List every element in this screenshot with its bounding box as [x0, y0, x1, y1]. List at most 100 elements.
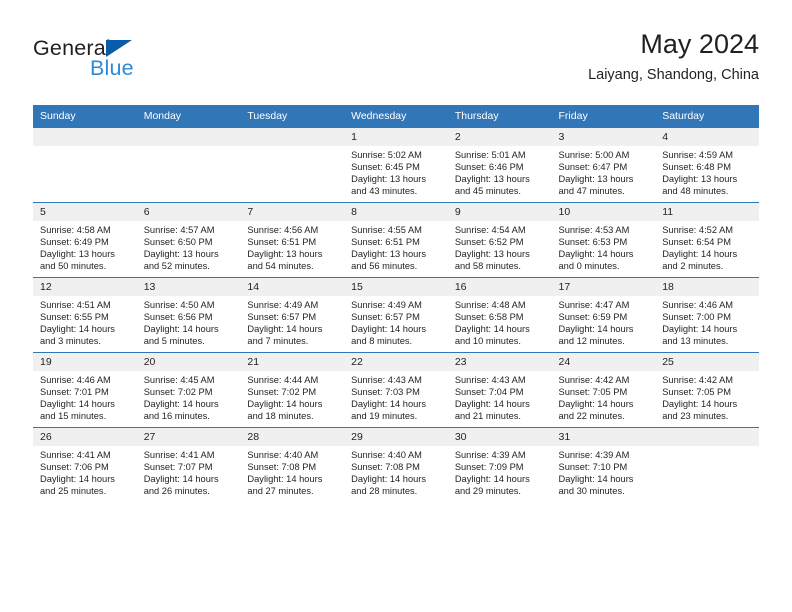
- calendar-day-cell[interactable]: 20 Sunrise: 4:45 AM Sunset: 7:02 PM Dayligh…: [136, 352, 241, 428]
- day-detail-sunset: Sunset: 7:05 PM: [558, 387, 628, 398]
- day-number: 20: [136, 353, 241, 371]
- calendar-day-cell[interactable]: 29 Sunrise: 4:40 AM Sunset: 7:08 PM Dayligh…: [344, 427, 448, 502]
- page-title: May 2024: [640, 29, 759, 59]
- calendar-day-cell[interactable]: 17 Sunrise: 4:47 AM Sunset: 6:59 PM Dayligh…: [551, 277, 656, 353]
- calendar-day-cell[interactable]: 21 Sunrise: 4:44 AM Sunset: 7:02 PM Dayligh…: [240, 352, 345, 428]
- day-cell-inner: 12 Sunrise: 4:51 AM Sunset: 6:55 PM Dayligh…: [33, 278, 137, 352]
- calendar-day-cell[interactable]: 8 Sunrise: 4:55 AM Sunset: 6:51 PM Daylight…: [344, 202, 448, 278]
- day-detail-sunset: Sunset: 6:58 PM: [454, 312, 524, 323]
- day-details: Sunrise: 4:46 AM Sunset: 7:01 PM Daylight:…: [33, 371, 137, 422]
- day-number: 27: [136, 428, 241, 446]
- day-detail-daylight1: Daylight: 13 hours: [662, 174, 738, 185]
- day-detail-sunrise: Sunrise: 4:43 AM: [454, 375, 526, 385]
- calendar-day-cell[interactable]: 23 Sunrise: 4:43 AM Sunset: 7:04 PM Dayligh…: [447, 352, 552, 428]
- calendar-day-cell[interactable]: 1 Sunrise: 5:02 AM Sunset: 6:45 PM Daylight…: [344, 127, 448, 203]
- day-detail-daylight2: and 29 minutes.: [454, 486, 521, 497]
- calendar-header-row-group: Sunday Monday Tuesday Wednesday Thursday…: [33, 105, 759, 128]
- day-cell-inner: 27 Sunrise: 4:41 AM Sunset: 7:07 PM Dayligh…: [136, 428, 241, 502]
- day-detail-daylight2: and 56 minutes.: [351, 261, 418, 272]
- day-detail-sunset: Sunset: 6:51 PM: [351, 237, 420, 248]
- day-detail-daylight2: and 12 minutes.: [558, 336, 625, 347]
- weekday-header-row: Sunday Monday Tuesday Wednesday Thursday…: [33, 105, 759, 128]
- page-header: General Blue May 2024 Laiyang, Shandong,…: [33, 28, 759, 98]
- day-detail-daylight1: Daylight: 14 hours: [558, 324, 634, 335]
- day-detail-sunset: Sunset: 6:57 PM: [247, 312, 317, 323]
- day-detail-sunset: Sunset: 7:02 PM: [247, 387, 317, 398]
- day-detail-sunrise: Sunrise: 4:51 AM: [40, 300, 111, 310]
- day-cell-inner: [240, 128, 345, 202]
- calendar-day-cell[interactable]: 10 Sunrise: 4:53 AM Sunset: 6:53 PM Dayligh…: [551, 202, 656, 278]
- calendar-day-cell[interactable]: 2 Sunrise: 5:01 AM Sunset: 6:46 PM Daylight…: [447, 127, 552, 203]
- day-details: Sunrise: 5:02 AM Sunset: 6:45 PM Daylight:…: [344, 146, 448, 197]
- day-detail-daylight2: and 54 minutes.: [247, 261, 314, 272]
- day-cell-inner: [33, 128, 137, 202]
- calendar-day-cell[interactable]: 28 Sunrise: 4:40 AM Sunset: 7:08 PM Dayligh…: [240, 427, 345, 502]
- calendar-day-cell[interactable]: 9 Sunrise: 4:54 AM Sunset: 6:52 PM Daylight…: [447, 202, 552, 278]
- day-details: Sunrise: 4:47 AM Sunset: 6:59 PM Daylight:…: [552, 296, 656, 347]
- calendar-day-cell[interactable]: 18 Sunrise: 4:46 AM Sunset: 7:00 PM Dayligh…: [655, 277, 759, 353]
- calendar-day-cell[interactable]: 26 Sunrise: 4:41 AM Sunset: 7:06 PM Dayligh…: [33, 427, 137, 502]
- day-detail-sunrise: Sunrise: 4:49 AM: [351, 300, 422, 310]
- calendar-day-cell[interactable]: 13 Sunrise: 4:50 AM Sunset: 6:56 PM Dayligh…: [136, 277, 241, 353]
- day-detail-daylight1: Daylight: 14 hours: [351, 399, 427, 410]
- day-detail-daylight1: Daylight: 14 hours: [454, 324, 530, 335]
- day-detail-daylight2: and 10 minutes.: [454, 336, 521, 347]
- logo-text-blue: Blue: [90, 56, 134, 80]
- calendar-day-cell[interactable]: 25 Sunrise: 4:42 AM Sunset: 7:05 PM Dayligh…: [655, 352, 759, 428]
- day-detail-daylight2: and 23 minutes.: [662, 411, 729, 422]
- calendar-day-cell[interactable]: 12 Sunrise: 4:51 AM Sunset: 6:55 PM Dayligh…: [33, 277, 137, 353]
- calendar-day-cell[interactable]: 22 Sunrise: 4:43 AM Sunset: 7:03 PM Dayligh…: [344, 352, 448, 428]
- day-cell-inner: 8 Sunrise: 4:55 AM Sunset: 6:51 PM Daylight…: [344, 203, 448, 277]
- day-detail-sunset: Sunset: 6:56 PM: [143, 312, 213, 323]
- day-detail-sunset: Sunset: 6:52 PM: [454, 237, 524, 248]
- day-detail-daylight2: and 25 minutes.: [40, 486, 107, 497]
- day-cell-inner: 25 Sunrise: 4:42 AM Sunset: 7:05 PM Dayligh…: [655, 353, 759, 427]
- calendar-day-cell[interactable]: 3 Sunrise: 5:00 AM Sunset: 6:47 PM Daylight…: [551, 127, 656, 203]
- calendar-day-cell[interactable]: 30 Sunrise: 4:39 AM Sunset: 7:09 PM Dayligh…: [447, 427, 552, 502]
- calendar-day-cell[interactable]: 27 Sunrise: 4:41 AM Sunset: 7:07 PM Dayligh…: [136, 427, 241, 502]
- calendar-day-cell[interactable]: 14 Sunrise: 4:49 AM Sunset: 6:57 PM Dayligh…: [240, 277, 345, 353]
- day-cell-inner: 3 Sunrise: 5:00 AM Sunset: 6:47 PM Daylight…: [551, 128, 656, 202]
- general-blue-logo[interactable]: General Blue: [33, 36, 243, 88]
- day-detail-daylight1: Daylight: 14 hours: [40, 399, 115, 410]
- day-details: [240, 146, 344, 149]
- sunrise-sunset-calendar-table: Sunday Monday Tuesday Wednesday Thursday…: [33, 105, 759, 502]
- calendar-day-cell[interactable]: 24 Sunrise: 4:42 AM Sunset: 7:05 PM Dayligh…: [551, 352, 656, 428]
- calendar-day-cell[interactable]: 6 Sunrise: 4:57 AM Sunset: 6:50 PM Daylight…: [136, 202, 241, 278]
- calendar-day-cell[interactable]: 19 Sunrise: 4:46 AM Sunset: 7:01 PM Dayligh…: [33, 352, 137, 428]
- day-number: 1: [344, 128, 448, 146]
- day-detail-daylight1: Daylight: 13 hours: [247, 249, 323, 260]
- calendar-day-cell-empty: [240, 127, 345, 203]
- day-number: 2: [447, 128, 552, 146]
- calendar-day-cell[interactable]: 31 Sunrise: 4:39 AM Sunset: 7:10 PM Dayligh…: [551, 427, 656, 502]
- calendar-day-cell[interactable]: 11 Sunrise: 4:52 AM Sunset: 6:54 PM Dayligh…: [655, 202, 759, 278]
- day-number: 11: [655, 203, 759, 221]
- day-detail-sunrise: Sunrise: 4:41 AM: [143, 450, 215, 460]
- day-detail-sunrise: Sunrise: 4:59 AM: [662, 150, 734, 160]
- day-number: [33, 128, 137, 146]
- day-detail-sunset: Sunset: 6:49 PM: [40, 237, 109, 248]
- day-detail-daylight1: Daylight: 14 hours: [143, 474, 219, 485]
- day-details: Sunrise: 4:40 AM Sunset: 7:08 PM Daylight:…: [240, 446, 344, 497]
- day-details: Sunrise: 4:42 AM Sunset: 7:05 PM Daylight:…: [655, 371, 759, 422]
- day-number: 4: [655, 128, 759, 146]
- day-detail-sunset: Sunset: 6:46 PM: [454, 162, 524, 173]
- day-details: Sunrise: 4:49 AM Sunset: 6:57 PM Daylight:…: [240, 296, 344, 347]
- day-number: 29: [344, 428, 448, 446]
- calendar-day-cell[interactable]: 16 Sunrise: 4:48 AM Sunset: 6:58 PM Dayligh…: [447, 277, 552, 353]
- day-number: 9: [447, 203, 552, 221]
- calendar-day-cell[interactable]: 15 Sunrise: 4:49 AM Sunset: 6:57 PM Dayligh…: [344, 277, 448, 353]
- day-details: Sunrise: 4:57 AM Sunset: 6:50 PM Daylight:…: [137, 221, 241, 272]
- day-detail-daylight2: and 52 minutes.: [143, 261, 210, 272]
- day-detail-daylight1: Daylight: 14 hours: [662, 249, 738, 260]
- day-detail-sunrise: Sunrise: 4:54 AM: [454, 225, 526, 235]
- calendar-day-cell[interactable]: 4 Sunrise: 4:59 AM Sunset: 6:48 PM Daylight…: [655, 127, 759, 203]
- day-detail-sunrise: Sunrise: 5:00 AM: [558, 150, 630, 160]
- calendar-day-cell[interactable]: 5 Sunrise: 4:58 AM Sunset: 6:49 PM Daylight…: [33, 202, 137, 278]
- day-detail-daylight1: Daylight: 14 hours: [558, 249, 634, 260]
- day-number: 14: [240, 278, 345, 296]
- day-cell-inner: 15 Sunrise: 4:49 AM Sunset: 6:57 PM Dayligh…: [344, 278, 448, 352]
- calendar-day-cell[interactable]: 7 Sunrise: 4:56 AM Sunset: 6:51 PM Daylight…: [240, 202, 345, 278]
- day-cell-inner: 19 Sunrise: 4:46 AM Sunset: 7:01 PM Dayligh…: [33, 353, 137, 427]
- day-detail-daylight1: Daylight: 13 hours: [454, 174, 530, 185]
